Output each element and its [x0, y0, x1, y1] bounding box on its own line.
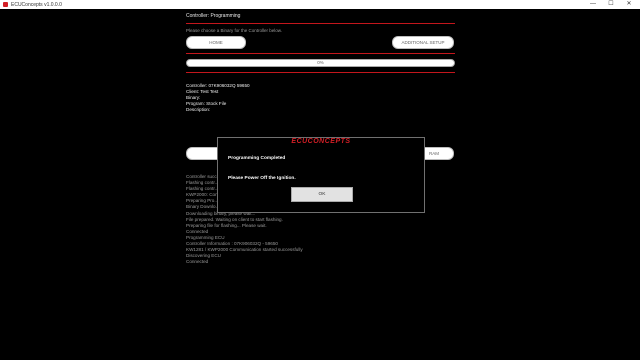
info-line: Description:	[186, 107, 211, 112]
title-bar: ECUConcepts v1.0.0.0 — ☐ ✕	[0, 0, 640, 9]
additional-setup-button[interactable]: ADDITIONAL SETUP	[392, 36, 454, 49]
window-title: ECUConcepts v1.0.0.0	[11, 1, 62, 8]
controller-info: Controller: 07K906032Q 59650 Client: Tes…	[186, 83, 250, 113]
brand-logo: ECUCONCEPTS	[291, 138, 351, 145]
app-icon	[3, 2, 8, 7]
divider	[186, 72, 455, 73]
close-button[interactable]: ✕	[620, 0, 638, 9]
completion-dialog: ECUCONCEPTS Programming Completed Please…	[217, 137, 425, 213]
home-button[interactable]: HOME	[186, 36, 246, 49]
minimize-button[interactable]: —	[584, 0, 602, 9]
section-title: Controller: Programming	[186, 13, 241, 19]
dialog-heading: Programming Completed	[228, 156, 286, 161]
maximize-button[interactable]: ☐	[602, 0, 620, 9]
ok-button[interactable]: OK	[291, 187, 353, 202]
log-line: Connected	[186, 259, 209, 265]
program-button-label: RAM	[429, 151, 439, 156]
progress-text: 0%	[317, 60, 324, 65]
divider	[186, 23, 455, 24]
progress-bar: 0%	[186, 59, 455, 67]
window-controls: — ☐ ✕	[584, 0, 638, 9]
divider	[186, 53, 455, 54]
subtitle: Please choose a Binary for the Controlle…	[186, 28, 283, 33]
dialog-message: Please Power Off the Ignition.	[228, 176, 296, 181]
